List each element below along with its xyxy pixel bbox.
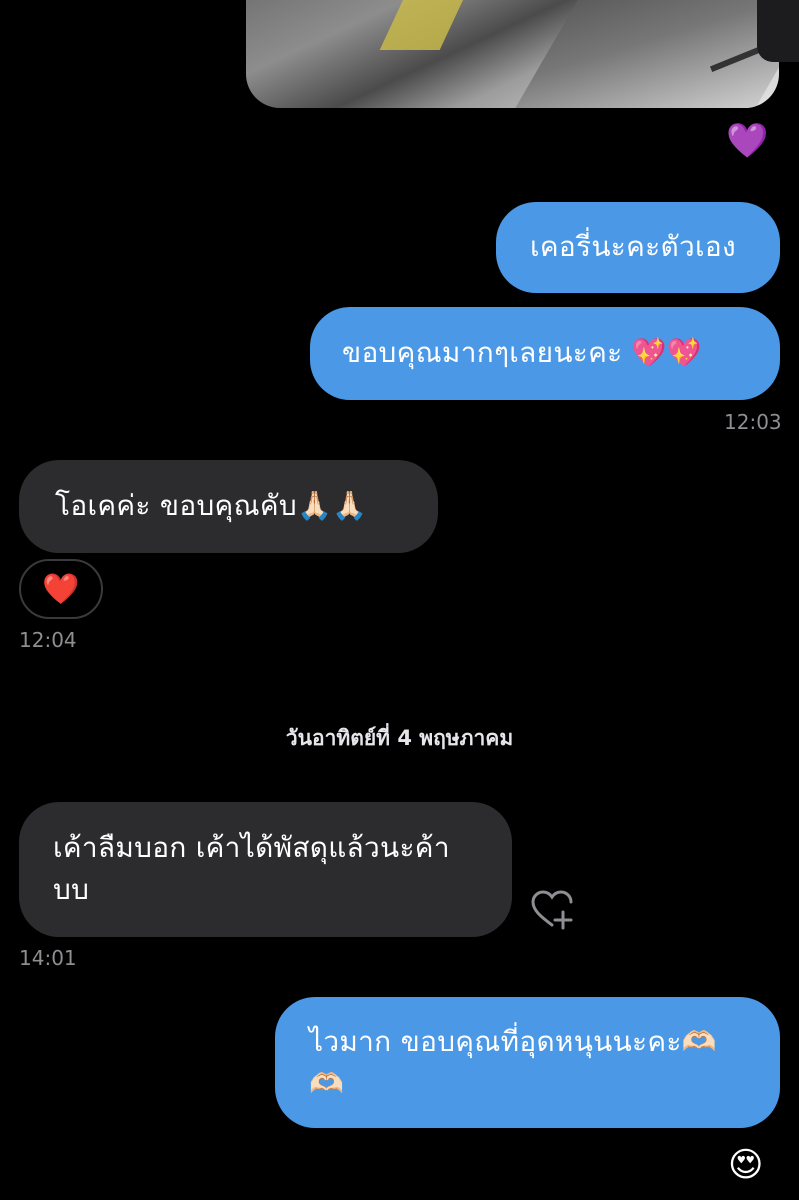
add-reaction-heart-plus-icon[interactable] xyxy=(530,890,574,930)
message-text-line-1: ไวมาก ขอบคุณที่อุดหนุนนะคะ🫶🏻 xyxy=(309,1025,717,1058)
timestamp: 12:04 xyxy=(19,628,77,652)
photo-detail-yellow xyxy=(379,0,473,50)
heart-eyes-reaction-icon: 😍 xyxy=(728,1145,764,1185)
message-outgoing-3[interactable]: ไวมาก ขอบคุณที่อุดหนุนนะคะ🫶🏻 🫶🏻 xyxy=(275,997,780,1128)
photo-reaction-heart-icon: 💜 xyxy=(726,121,769,161)
timestamp: 12:03 xyxy=(724,410,782,434)
reaction-pill[interactable]: ❤️ xyxy=(19,559,103,619)
date-separator: วันอาทิตย์ที่ 4 พฤษภาคม xyxy=(285,726,514,750)
red-heart-icon: ❤️ xyxy=(42,571,80,607)
scroll-overlay xyxy=(757,0,799,62)
message-text: เคอรี่นะคะตัวเอง xyxy=(530,230,736,263)
message-incoming-1[interactable]: โอเคค่ะ ขอบคุณคับ🙏🏻🙏🏻 xyxy=(19,460,438,553)
shared-photo[interactable] xyxy=(246,0,779,108)
message-incoming-2[interactable]: เค้าลืมบอก เค้าได้พัสดุแล้วนะค้า บบ xyxy=(19,802,512,937)
message-outgoing-1[interactable]: เคอรี่นะคะตัวเอง xyxy=(496,202,780,293)
message-text: ขอบคุณมากๆเลยนะคะ 💖💖 xyxy=(342,336,703,369)
message-outgoing-2[interactable]: ขอบคุณมากๆเลยนะคะ 💖💖 xyxy=(310,307,780,400)
message-text: โอเคค่ะ ขอบคุณคับ🙏🏻🙏🏻 xyxy=(55,489,368,522)
message-text-line-2: 🫶🏻 xyxy=(309,1067,345,1100)
message-text-line-1: เค้าลืมบอก เค้าได้พัสดุแล้วนะค้า xyxy=(53,831,450,864)
timestamp: 14:01 xyxy=(19,946,77,970)
message-text-line-2: บบ xyxy=(53,873,90,906)
